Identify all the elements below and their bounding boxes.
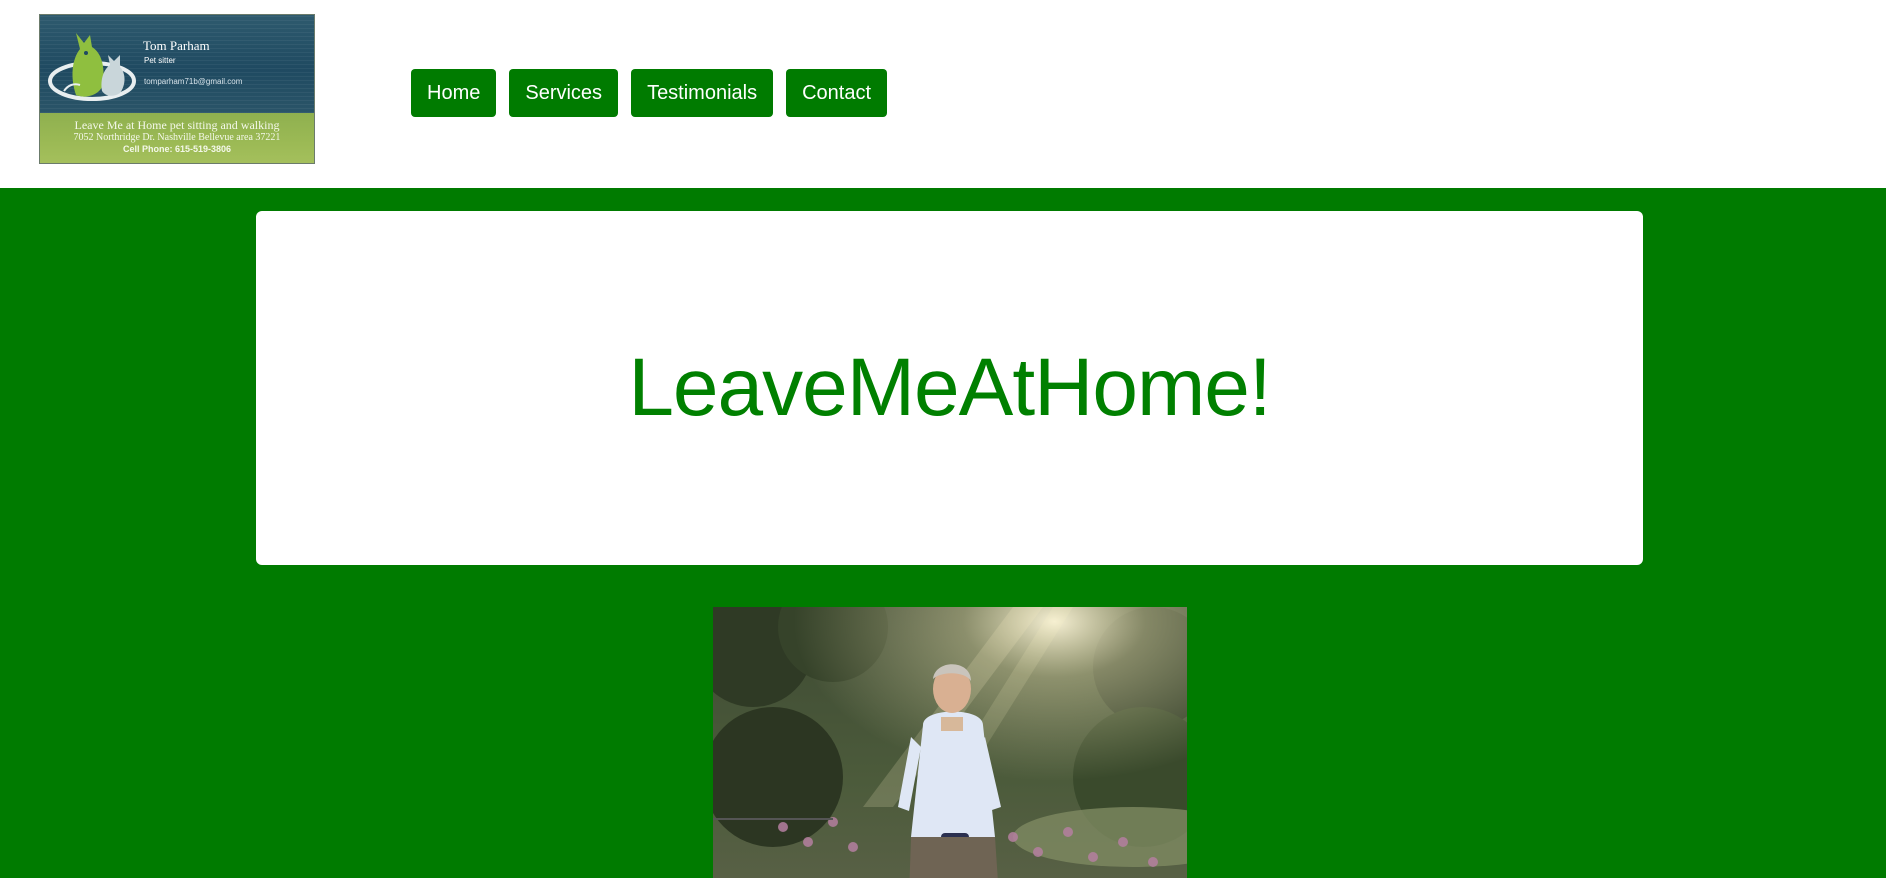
hero-panel: LeaveMeAtHome! (256, 211, 1643, 565)
logo-name: Tom Parham (143, 38, 210, 53)
logo-role: Pet sitter (144, 56, 176, 65)
nav-home-button[interactable]: Home (411, 69, 497, 117)
nav-services-button[interactable]: Services (509, 69, 619, 117)
dog-cat-emblem-icon (48, 33, 136, 101)
hero-title: LeaveMeAtHome! (628, 342, 1271, 433)
main-nav: Home Services Testimonials Contact (411, 69, 888, 117)
nav-contact-button[interactable]: Contact (786, 69, 888, 117)
logo-phone: Cell Phone: 615-519-3806 (122, 144, 232, 154)
logo-address: 7052 Northridge Dr. Nashville Bellevue a… (73, 132, 281, 143)
main-content: LeaveMeAtHome! (0, 188, 1886, 878)
owner-photo (713, 607, 1187, 878)
owner-photo-image (713, 607, 1187, 878)
site-header: Tom Parham Pet sitter tomparham71b@gmail… (0, 0, 1886, 188)
logo-tagline: Leave Me at Home pet sitting and walking (74, 118, 280, 132)
business-card-logo[interactable]: Tom Parham Pet sitter tomparham71b@gmail… (39, 14, 315, 164)
nav-testimonials-button[interactable]: Testimonials (631, 69, 774, 117)
logo-email: tomparham71b@gmail.com (144, 77, 243, 86)
